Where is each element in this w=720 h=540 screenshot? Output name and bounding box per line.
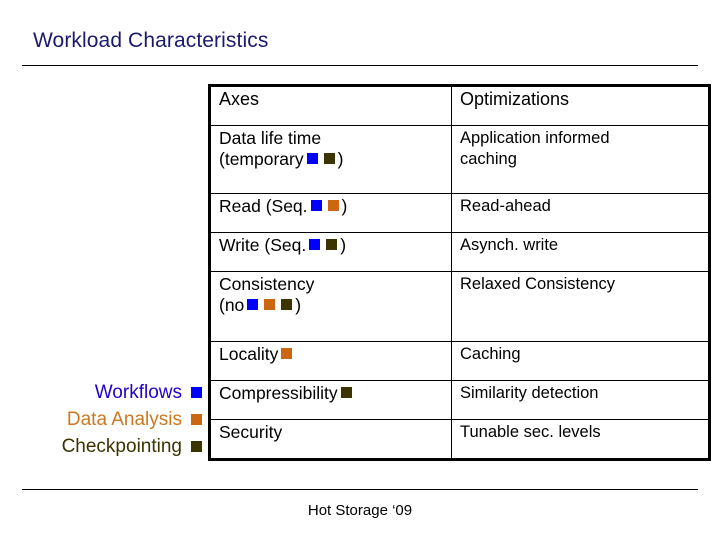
workload-marker-swatch-icon — [281, 299, 293, 310]
workload-marker-swatch-icon — [326, 239, 338, 250]
optimization-text-primary: Tunable sec. levels — [460, 423, 601, 441]
legend-item-workflows: Workflows — [8, 379, 204, 406]
axis-text-secondary: (no) — [219, 295, 302, 315]
workload-marker-swatch-icon — [309, 239, 321, 250]
optimization-text-primary: Read-ahead — [460, 197, 551, 215]
legend-label-data-analysis: Data Analysis — [66, 409, 182, 430]
workload-legend: Workflows Data Analysis Checkpointing — [8, 379, 204, 460]
workload-marker-swatch-icon — [247, 299, 259, 310]
legend-label-checkpointing: Checkpointing — [61, 436, 182, 457]
workflows-swatch-icon — [191, 387, 202, 398]
table-body: Data life time (temporary) Application inf… — [209, 125, 710, 460]
legend-item-checkpointing: Checkpointing — [8, 433, 204, 460]
optimization-text-primary: Asynch. write — [460, 236, 559, 254]
table-row-data-life-time: Data life time (temporary) Application inf… — [209, 125, 710, 194]
workload-characteristics-table: Axes Optimizations Data life time (tempor… — [208, 84, 711, 461]
optimization-text-primary: Relaxed Consistency — [460, 275, 615, 293]
workload-marker-swatch-icon — [306, 153, 318, 164]
optimization-text-primary: Similarity detection — [460, 384, 599, 402]
column-header-optimizations: Optimizations — [451, 85, 710, 126]
slide-footer: Hot Storage ‘09 — [307, 502, 413, 519]
optimization-text-primary: Caching — [460, 345, 521, 363]
workload-marker-swatch-icon — [310, 200, 322, 211]
axis-text-primary: Data life time — [219, 128, 322, 148]
optimization-cell: Application informed caching — [451, 125, 710, 194]
axis-cell: Write (Seq.) — [209, 232, 452, 272]
workload-marker-swatch-icon — [327, 200, 339, 211]
optimization-cell: Similarity detection — [451, 380, 710, 420]
axis-cell: Security — [209, 419, 452, 460]
title-divider-top — [22, 65, 698, 66]
optimization-text-primary: Application informed — [460, 129, 610, 147]
data-analysis-swatch-icon — [191, 414, 202, 425]
footer-divider-bottom — [22, 489, 698, 490]
optimization-text-secondary: caching — [460, 150, 517, 168]
workload-marker-swatch-icon — [323, 153, 335, 164]
axis-cell: Consistency (no) — [209, 271, 452, 342]
axis-cell: Locality — [209, 341, 452, 381]
table-row-locality: Locality Caching — [209, 341, 710, 381]
optimization-cell: Asynch. write — [451, 232, 710, 272]
axis-text-primary: Consistency — [219, 274, 315, 294]
axis-text-secondary: Read (Seq.) — [219, 196, 348, 216]
optimization-cell: Read-ahead — [451, 193, 710, 233]
legend-label-workflows: Workflows — [94, 382, 182, 403]
workload-marker-swatch-icon — [281, 348, 293, 359]
axis-text-secondary: Write (Seq.) — [219, 235, 347, 255]
optimization-cell: Relaxed Consistency — [451, 271, 710, 342]
optimization-cell: Tunable sec. levels — [451, 419, 710, 460]
table-row-consistency: Consistency (no) Relaxed Consistency — [209, 271, 710, 342]
table-row-read: Read (Seq.) Read-ahead — [209, 193, 710, 233]
axis-text-secondary: Compressibility — [219, 383, 443, 404]
workload-marker-swatch-icon — [340, 387, 352, 398]
table-row-security: Security Tunable sec. levels — [209, 419, 710, 460]
checkpointing-swatch-icon — [191, 441, 202, 452]
column-header-axes: Axes — [209, 85, 452, 126]
table-row-write: Write (Seq.) Asynch. write — [209, 232, 710, 272]
optimization-cell: Caching — [451, 341, 710, 381]
page-title: Workload Characteristics — [33, 29, 269, 52]
table-row-compressibility: Compressibility Similarity detection — [209, 380, 710, 420]
axis-text-secondary: Security — [219, 422, 283, 442]
axis-text-secondary: Locality — [219, 344, 443, 365]
axis-cell: Read (Seq.) — [209, 193, 452, 233]
axis-text-secondary: (temporary) — [219, 149, 344, 169]
axis-cell: Data life time (temporary) — [209, 125, 452, 194]
workload-marker-swatch-icon — [264, 299, 276, 310]
table-header-row: Axes Optimizations — [209, 85, 710, 126]
axis-cell: Compressibility — [209, 380, 452, 420]
legend-item-data-analysis: Data Analysis — [8, 406, 204, 433]
